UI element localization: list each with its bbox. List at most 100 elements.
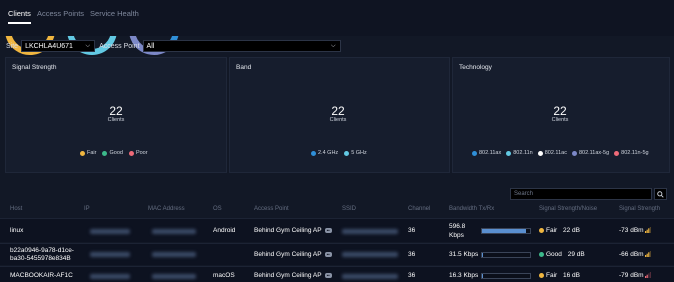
ax5g-dot-icon: [571, 150, 577, 156]
search-icon: [657, 190, 664, 198]
tab-clients[interactable]: Clients: [8, 9, 31, 24]
noise-value: 29 dB: [567, 251, 585, 258]
access-point-cell[interactable]: Behind Gym Ceiling AP ••: [254, 272, 332, 279]
ap-badge: ••: [324, 251, 332, 257]
legend-label: 2.4 GHz: [318, 150, 339, 156]
header-ssid[interactable]: SSID: [342, 206, 356, 212]
bandwidth-bar-fill: [482, 229, 527, 233]
status-dot-icon: [539, 252, 544, 257]
signal-strength-cell: -79 dBm: [619, 272, 652, 279]
signal-bars-icon: [645, 227, 652, 234]
legend-item-good: Good: [102, 150, 123, 156]
header-ip[interactable]: IP: [84, 206, 90, 212]
ip-redacted: [90, 252, 130, 257]
legend-item-5ghz: 5 GHz: [344, 150, 367, 156]
channel-cell: 36: [408, 251, 416, 258]
signal-bars-icon: [645, 251, 652, 258]
legend-item-2-4ghz: 2.4 GHz: [311, 150, 338, 156]
site-select[interactable]: LKCHLA4U671 ⌵: [21, 40, 96, 52]
fair-dot-icon: [80, 150, 85, 156]
access-point-select[interactable]: All ⌵: [142, 40, 341, 52]
mac-redacted: [152, 274, 196, 279]
bandwidth-bar-fill: [482, 253, 484, 257]
technology-title: Technology: [459, 64, 492, 71]
legend-label: 802.11ac: [544, 150, 567, 156]
ghz5-dot-icon: [344, 150, 350, 156]
legend-label: Poor: [135, 150, 148, 156]
strength-value: -73 dBm: [619, 227, 644, 234]
legend-label: 802.11ax: [479, 150, 502, 156]
ap-name: Behind Gym Ceiling AP: [254, 251, 322, 258]
signal-bars-icon: [645, 272, 652, 279]
n5g-dot-icon: [614, 150, 620, 156]
ap-name: Behind Gym Ceiling AP: [254, 272, 322, 279]
os-cell: macOS: [213, 272, 235, 279]
ssid-redacted: [342, 274, 398, 279]
legend-label: 5 GHz: [351, 150, 367, 156]
signal-noise-cell: Fair 16 dB: [539, 272, 580, 279]
ap-badge: ••: [324, 227, 332, 233]
channel-cell: 36: [408, 272, 416, 279]
table-row[interactable]: b22a0946-9a78-d1ce-ba30-5455978e834B Beh…: [0, 243, 674, 265]
header-host[interactable]: Host: [10, 206, 22, 212]
ghz24-dot-icon: [311, 150, 316, 156]
tab-bar: Clients Access Points Service Health: [8, 9, 139, 24]
mac-redacted: [152, 252, 196, 257]
bandwidth-bar-fill: [482, 274, 483, 278]
header-access-point[interactable]: Access Point: [254, 206, 289, 212]
bandwidth-cell: 16.3 Kbps: [449, 272, 479, 279]
ap-name: Behind Gym Ceiling AP: [254, 227, 322, 234]
access-point-cell[interactable]: Behind Gym Ceiling AP ••: [254, 251, 332, 258]
top-bar: Clients Access Points Service Health: [0, 0, 674, 36]
strength-value: -79 dBm: [619, 272, 644, 279]
table-row[interactable]: linux Android Behind Gym Ceiling AP •• 36…: [0, 218, 674, 242]
strength-value: -66 dBm: [619, 251, 644, 258]
header-signal-noise[interactable]: Signal Strength/Noise: [539, 206, 597, 212]
band-title: Band: [236, 64, 252, 71]
legend-item-n-5g: 802.11n-5g: [614, 150, 649, 156]
search-button[interactable]: [654, 188, 667, 200]
header-bandwidth[interactable]: Bandwidth Tx/Rx: [449, 206, 494, 212]
access-point-select-value: All: [146, 42, 155, 50]
legend-label: Good: [109, 150, 123, 156]
header-channel[interactable]: Channel: [408, 206, 430, 212]
header-mac[interactable]: MAC Address: [148, 206, 185, 212]
host-cell: MACBOOKAIR-AF1C: [10, 272, 73, 279]
legend-item-fair: Fair: [80, 150, 96, 156]
legend-label: 802.11n-5g: [621, 150, 649, 156]
signal-strength-title: Signal Strength: [12, 64, 57, 71]
filter-bar: Site LKCHLA4U671 ⌵ Access Point All ⌵: [6, 40, 341, 52]
signal-strength-unit: Clients: [107, 117, 125, 123]
ip-redacted: [90, 274, 130, 279]
ax-dot-icon: [472, 150, 477, 156]
status-label: Fair: [546, 272, 558, 279]
access-point-cell[interactable]: Behind Gym Ceiling AP ••: [254, 227, 332, 234]
ssid-redacted: [342, 229, 398, 234]
status-dot-icon: [539, 228, 544, 233]
bandwidth-bar: [481, 252, 531, 258]
header-os[interactable]: OS: [213, 206, 222, 212]
legend-item-poor: Poor: [128, 150, 148, 156]
signal-strength-cell: -66 dBm: [619, 251, 652, 258]
tab-service-health[interactable]: Service Health: [90, 9, 139, 24]
signal-strength-cell: -73 dBm: [619, 227, 652, 234]
band-count: 22: [331, 104, 345, 118]
status-label: Fair: [546, 227, 558, 234]
good-dot-icon: [102, 150, 108, 156]
legend-item-n: 802.11n: [506, 150, 533, 156]
mac-redacted: [152, 229, 196, 234]
band-unit: Clients: [329, 117, 347, 123]
search-input[interactable]: Search: [510, 188, 652, 200]
header-signal-strength[interactable]: Signal Strength: [619, 206, 660, 212]
chevron-down-icon: ⌵: [85, 43, 91, 49]
table-row[interactable]: MACBOOKAIR-AF1C macOS Behind Gym Ceiling…: [0, 266, 674, 282]
tab-access-points[interactable]: Access Points: [37, 9, 84, 24]
bandwidth-cell: 596.8 Kbps: [449, 223, 466, 239]
signal-strength-count: 22: [109, 104, 123, 118]
channel-cell: 36: [408, 227, 416, 234]
n-dot-icon: [506, 150, 512, 156]
signal-noise-cell: Good 29 dB: [539, 251, 585, 258]
site-label: Site: [6, 42, 19, 50]
site-select-value: LKCHLA4U671: [25, 42, 73, 50]
legend-item-ax-5g: 802.11ax-5g: [571, 150, 609, 156]
